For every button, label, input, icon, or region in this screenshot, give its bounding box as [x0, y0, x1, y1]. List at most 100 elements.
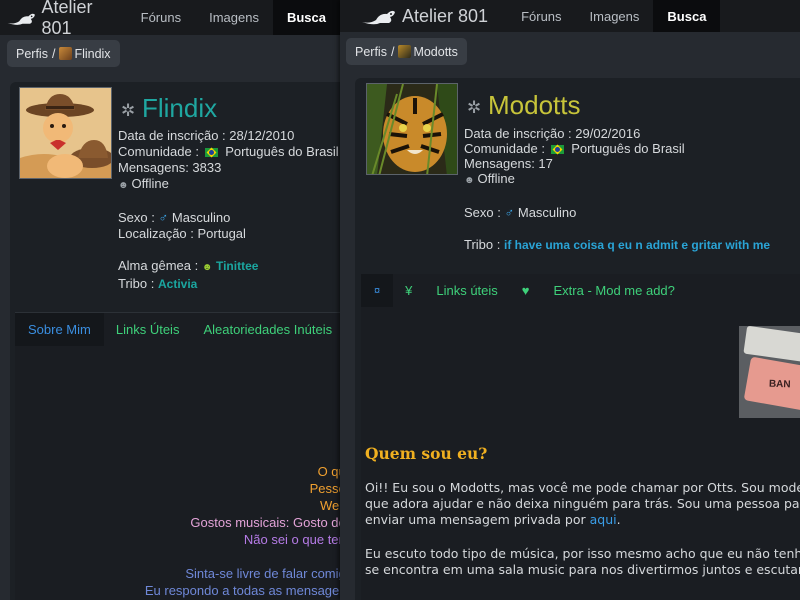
site-logo[interactable]: Atelier 801	[6, 0, 113, 39]
tab-yen-symbol[interactable]: ¥	[393, 274, 424, 307]
tab-currency-symbol[interactable]: ¤	[361, 274, 394, 307]
tab-useful-links[interactable]: Links úteis	[424, 274, 509, 307]
nav-images[interactable]: Imagens	[195, 0, 273, 35]
mouse-logo-icon	[7, 13, 35, 25]
tribe-row: Tribo : Activia	[118, 276, 339, 292]
right-profile-window: Atelier 801 Fóruns Imagens Busca Perfis …	[340, 0, 800, 600]
status-row: ☻ Offline	[118, 176, 339, 194]
community-label: Comunidade :	[118, 144, 199, 159]
nav-forums[interactable]: Fóruns	[507, 0, 575, 32]
tiger-avatar-icon	[367, 84, 457, 174]
bio-line: Oi!! Eu sou o Modotts, mas você me pode …	[365, 480, 800, 495]
male-icon: ♂	[158, 210, 169, 225]
nav-forums[interactable]: Fóruns	[127, 0, 195, 35]
sex-value: Masculino	[171, 210, 231, 225]
tab-about-me[interactable]: Sobre Mim	[15, 313, 104, 346]
about-me-text: O que Pessoa Webs Gostos musicais: Gosto…	[145, 463, 340, 599]
breadcrumb: Perfis / Modotts	[346, 38, 467, 65]
offline-status-icon: ☻	[118, 180, 129, 191]
gear-icon[interactable]: ✲	[121, 101, 135, 121]
message-count: Mensagens: 17	[464, 156, 553, 171]
top-navigation-bar: Atelier 801 Fóruns Imagens Busca	[340, 0, 800, 32]
sex-row: Sexo : ♂ Masculino	[118, 210, 339, 226]
ban-key: BAN	[743, 356, 800, 412]
breadcrumb-current[interactable]: Modotts	[413, 45, 457, 59]
offline-status-icon: ☻	[464, 175, 475, 186]
tribe-row: Tribo : if have uma coisa q eu n admit e…	[464, 237, 770, 253]
registration-date: Data de inscrição : 28/12/2010	[118, 128, 295, 143]
tab-random-useless[interactable]: Aleatoriedades Inúteis	[191, 313, 340, 346]
registration-date: Data de inscrição : 29/02/2016	[464, 126, 641, 141]
site-name: Atelier 801	[402, 5, 489, 26]
bio-line: se encontra em uma sala music para nos d…	[365, 562, 800, 577]
status-text: Offline	[131, 176, 169, 191]
nav-images[interactable]: Imagens	[576, 0, 654, 32]
soulmate-status-icon: ☻	[201, 262, 213, 273]
bio-line: que adora ajudar e não deixa ninguém par…	[365, 496, 800, 511]
community-row: Comunidade : Português do Brasil	[464, 141, 770, 156]
profile-tabs: Sobre Mim Links Úteis Aleatoriedades Inú…	[15, 313, 340, 346]
tab-heart[interactable]: ♥	[510, 274, 542, 307]
male-icon: ♂	[504, 205, 515, 220]
left-profile-window: Atelier 801 Fóruns Imagens Busca Perfis …	[0, 0, 340, 600]
location: Localização : Portugal	[118, 226, 246, 241]
avatar	[366, 83, 458, 175]
tab-panel: ¤ ¥ Links úteis ♥ Extra - Mod me add? BA…	[361, 274, 800, 600]
tribe-link[interactable]: if have uma coisa q eu n admit e gritar …	[504, 238, 770, 252]
tab-useful-links[interactable]: Links Úteis	[104, 313, 192, 346]
breadcrumb-separator: /	[390, 44, 395, 59]
tab-panel: Sobre Mim Links Úteis Aleatoriedades Inú…	[15, 312, 340, 600]
sex-label: Sexo :	[118, 210, 155, 225]
bio-paragraph-1: Oi!! Eu sou o Modotts, mas você me pode …	[365, 480, 800, 528]
brazil-flag-icon	[550, 145, 564, 154]
site-name: Atelier 801	[41, 0, 93, 38]
community-label: Comunidade :	[464, 141, 545, 156]
breadcrumb-profiles-link[interactable]: Perfis	[355, 45, 387, 59]
bio-paragraph-2: Eu escuto todo tipo de música, por isso …	[365, 546, 800, 578]
soulmate-label: Alma gêmea :	[118, 258, 199, 273]
bio-line-text: enviar uma mensagem privada por	[365, 512, 590, 527]
bio-line: Webs	[320, 498, 340, 513]
brazil-flag-icon	[204, 148, 218, 157]
bio-line: enviar uma mensagem privada por aqui.	[365, 512, 800, 528]
soulmate-row: Alma gêmea : ☻ Tinittee	[118, 258, 339, 276]
flindix-thumbnail-icon	[59, 47, 73, 60]
status-row: ☻ Offline	[464, 171, 770, 188]
bio-line-punct: .	[616, 512, 621, 527]
profile-name: Modotts	[488, 90, 581, 120]
top-navigation-bar: Atelier 801 Fóruns Imagens Busca	[0, 0, 340, 38]
community-row: Comunidade : Português do Brasil	[118, 144, 339, 160]
status-text: Offline	[477, 171, 515, 186]
tribe-label: Tribo :	[118, 276, 155, 291]
bio-heading: Quem sou eu?	[365, 444, 488, 463]
keyboard-ban-image: BAN	[739, 326, 800, 418]
tribe-link[interactable]: Activia	[158, 277, 197, 291]
profile-info: Data de inscrição : 29/02/2016 Comunidad…	[464, 126, 770, 253]
profile-name: Flindix	[142, 93, 218, 123]
modotts-thumbnail-icon	[398, 45, 412, 58]
nav-search[interactable]: Busca	[653, 0, 721, 32]
message-count: Mensagens: 3833	[118, 160, 222, 175]
bio-line: Eu escuto todo tipo de música, por isso …	[365, 546, 800, 561]
gear-icon[interactable]: ✲	[467, 98, 481, 118]
breadcrumb-profiles-link[interactable]: Perfis	[16, 47, 48, 61]
nav-search[interactable]: Busca	[272, 0, 340, 35]
bio-line: Gostos musicais: Gosto de t	[190, 515, 340, 530]
soulmate-link[interactable]: Tinittee	[216, 259, 258, 273]
cowboy-mouse-avatar-icon	[20, 88, 111, 178]
breadcrumb-current[interactable]: Flindix	[74, 47, 110, 61]
sex-row: Sexo : ♂ Masculino	[464, 205, 770, 220]
ban-key-label: BAN	[768, 378, 792, 390]
bio-line: Eu respondo a todas as mensagens	[144, 583, 340, 598]
profile-tabs: ¤ ¥ Links úteis ♥ Extra - Mod me add?	[361, 274, 687, 307]
breadcrumb: Perfis / Flindix	[7, 40, 120, 67]
sex-value: Masculino	[517, 205, 577, 220]
site-logo[interactable]: Atelier 801	[360, 5, 488, 27]
bio-line: Sinta-se livre de falar comigo	[185, 566, 340, 581]
tribe-label: Tribo :	[464, 237, 501, 252]
private-message-link[interactable]: aqui	[590, 512, 617, 527]
tab-extra[interactable]: Extra - Mod me add?	[542, 274, 687, 307]
breadcrumb-separator: /	[51, 46, 56, 61]
community-value: Português do Brasil	[225, 144, 339, 159]
community-value: Português do Brasil	[571, 141, 685, 156]
